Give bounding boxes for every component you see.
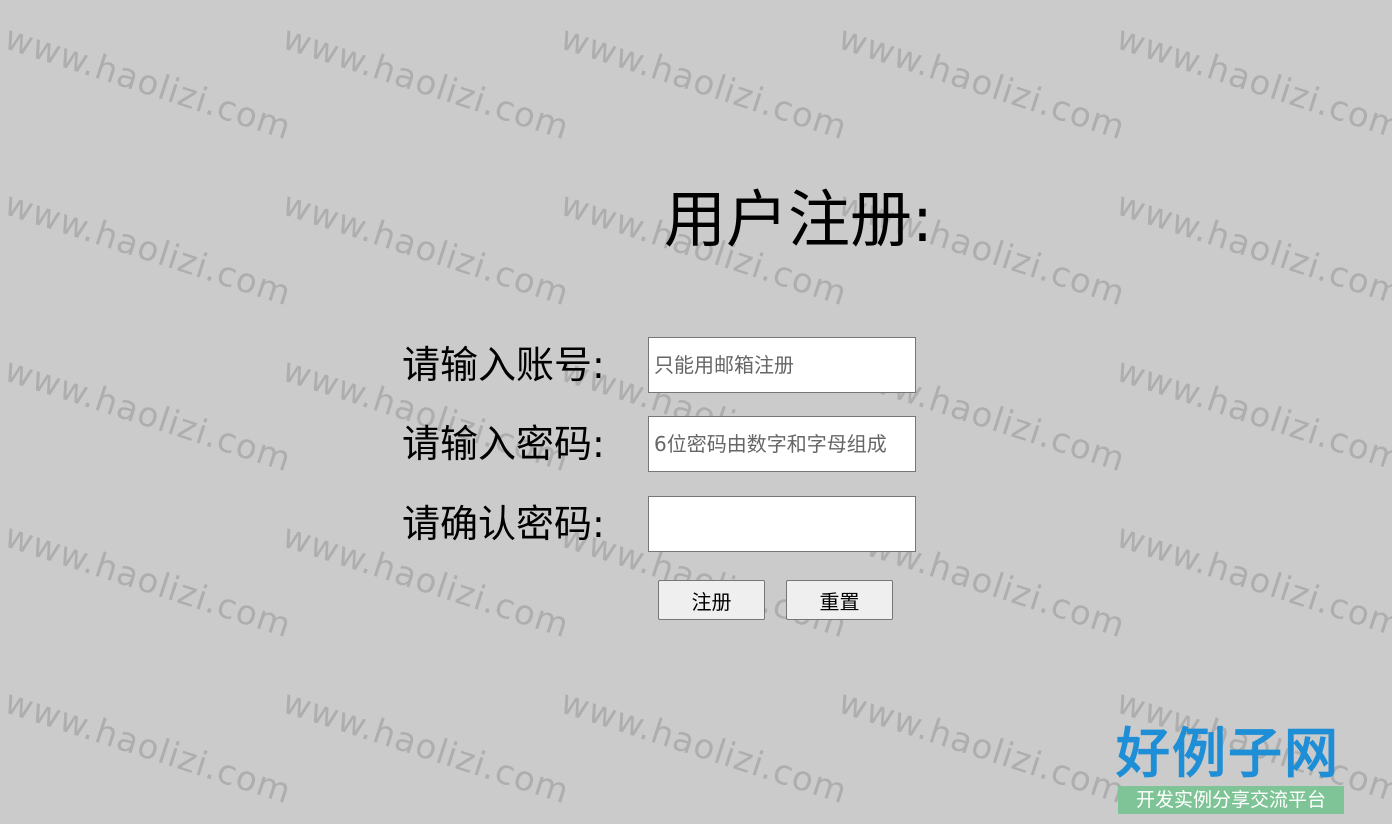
- password-input[interactable]: [648, 416, 916, 472]
- logo-main-text: 好例子网: [1116, 721, 1340, 785]
- confirm-password-row: 请确认密码:: [402, 495, 916, 553]
- account-row: 请输入账号:: [402, 336, 916, 394]
- password-row: 请输入密码:: [402, 415, 916, 473]
- confirm-password-label: 请确认密码:: [402, 502, 605, 546]
- password-label: 请输入密码:: [402, 422, 605, 466]
- logo-sub-text: 开发实例分享交流平台: [1118, 786, 1344, 814]
- account-input[interactable]: [648, 337, 916, 393]
- register-button[interactable]: 注册: [658, 580, 765, 620]
- confirm-password-input[interactable]: [648, 496, 916, 552]
- account-label: 请输入账号:: [402, 343, 605, 387]
- site-logo: 好例子网 开发实例分享交流平台: [1116, 722, 1346, 816]
- reset-button[interactable]: 重置: [786, 580, 893, 620]
- registration-page: 用户注册: 请输入账号: 请输入密码: 请确认密码: 注册 重置: [0, 0, 1392, 824]
- page-title: 用户注册:: [664, 183, 933, 256]
